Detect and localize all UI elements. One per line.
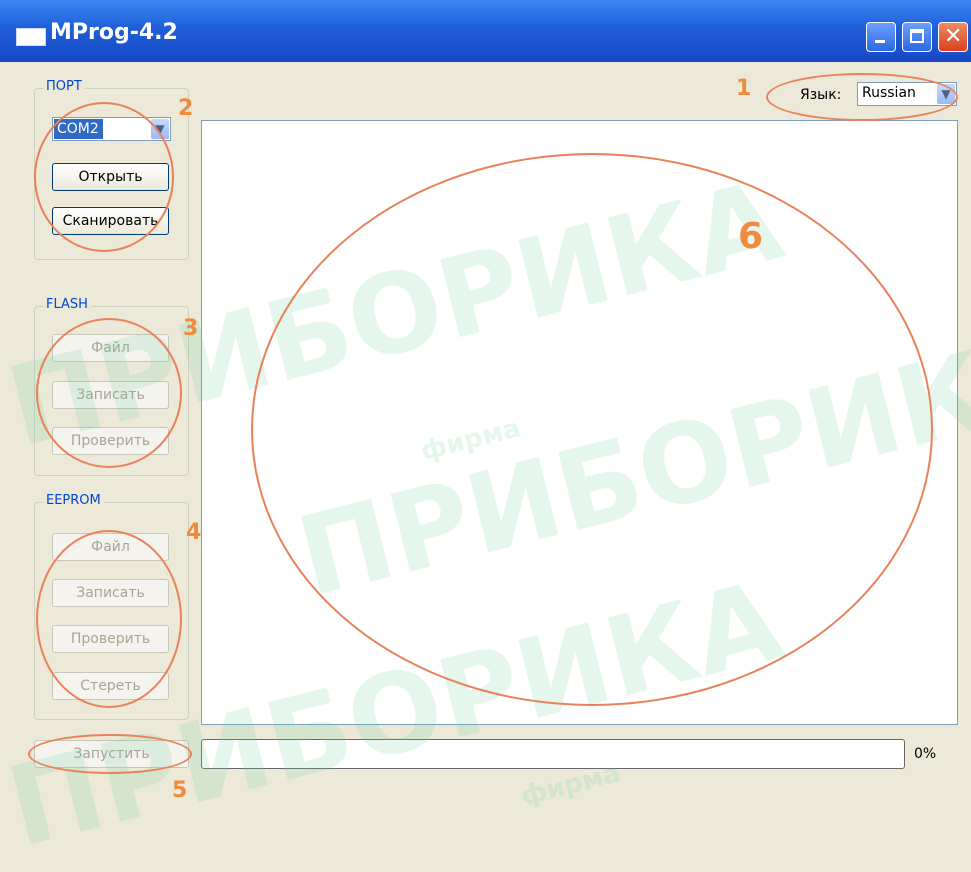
maximize-icon: [910, 29, 924, 43]
annotation-circle-3: [36, 318, 182, 468]
minimize-icon: [875, 40, 885, 43]
title-bar[interactable]: MProg-4.2 ✕: [0, 0, 971, 62]
annotation-number-4: 4: [186, 520, 202, 545]
close-button[interactable]: ✕: [938, 22, 968, 52]
annotation-circle-2: [34, 102, 174, 252]
annotation-number-2: 2: [178, 96, 194, 121]
annotation-circle-5: [28, 734, 192, 774]
annotation-number-5: 5: [172, 778, 188, 803]
close-icon: ✕: [944, 24, 963, 49]
minimize-button[interactable]: [866, 22, 896, 52]
annotation-number-1: 1: [736, 76, 752, 101]
port-group-title: ПОРТ: [43, 79, 85, 94]
annotation-circle-4: [36, 530, 182, 708]
eeprom-group-title: EEPROM: [43, 493, 104, 508]
annotation-number-3: 3: [183, 316, 199, 341]
app-window-icon: [16, 28, 46, 46]
app-window: MProg-4.2 ✕ Язык: Russian ▼ ПОРТ COM2 ▼ …: [0, 0, 971, 872]
flash-group-title: FLASH: [43, 297, 91, 312]
annotation-number-6: 6: [738, 216, 764, 257]
annotation-circle-1: [766, 73, 958, 121]
window-title: MProg-4.2: [50, 20, 178, 45]
maximize-button[interactable]: [902, 22, 932, 52]
progress-percent: 0%: [914, 746, 937, 762]
annotation-circle-6: [251, 153, 933, 706]
